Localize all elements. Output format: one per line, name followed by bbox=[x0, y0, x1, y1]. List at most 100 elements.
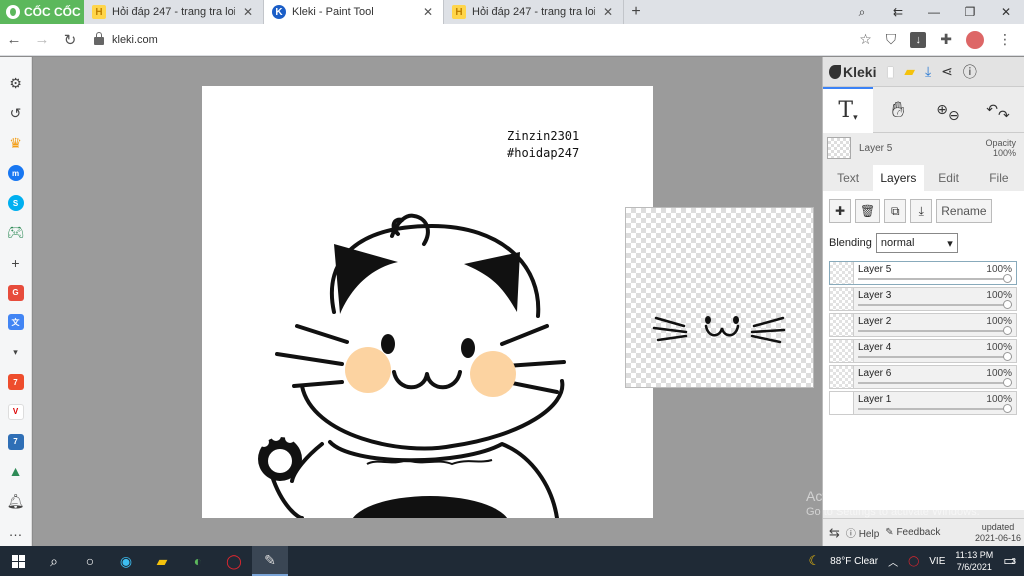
shield-icon[interactable]: ⛉ bbox=[886, 31, 897, 48]
skype-icon[interactable]: S bbox=[0, 188, 32, 218]
tab-hoidap-1[interactable]: H Hỏi đáp 247 - trang tra loi ✕ bbox=[84, 0, 264, 24]
kleki-canvas-area[interactable]: Zinzin2301 #hoidap247 bbox=[33, 57, 822, 546]
layer-item[interactable]: Layer 1 100% bbox=[829, 391, 1017, 415]
current-layer-thumbnail[interactable] bbox=[827, 137, 851, 159]
layer-item[interactable]: Layer 5 100% bbox=[829, 261, 1017, 285]
kleki-logo[interactable]: Kleki bbox=[829, 64, 876, 80]
gmail-icon[interactable]: G bbox=[0, 278, 32, 308]
start-button[interactable] bbox=[0, 546, 36, 576]
more-dots-icon[interactable]: … bbox=[0, 516, 32, 546]
blending-select[interactable]: normal ▾ bbox=[875, 233, 958, 253]
restore-icon[interactable]: ❐ bbox=[952, 5, 988, 19]
history-icon[interactable]: ↺ bbox=[0, 99, 32, 129]
search-icon[interactable]: ⌕ bbox=[36, 546, 72, 576]
game-controller-icon[interactable]: 🎮︎ bbox=[0, 218, 32, 248]
file-explorer-icon[interactable]: ▰ bbox=[144, 546, 180, 576]
swap-arrows-icon[interactable]: ⇆ bbox=[829, 525, 840, 541]
tab-text[interactable]: Text bbox=[823, 165, 873, 191]
slider-knob[interactable] bbox=[1003, 274, 1012, 283]
vtv-icon[interactable]: V bbox=[0, 397, 32, 427]
delete-layer-button[interactable]: 🗑︎ bbox=[855, 199, 881, 223]
chevron-up-icon[interactable]: ︿ bbox=[888, 554, 898, 569]
layer-preview-window[interactable] bbox=[625, 207, 814, 388]
undo-redo-button[interactable]: ↶ ↷ bbox=[973, 87, 1023, 133]
add-layer-button[interactable]: ✚ bbox=[829, 199, 851, 223]
edge-icon[interactable]: ◉ bbox=[108, 546, 144, 576]
close-icon[interactable]: ✕ bbox=[421, 5, 435, 19]
coccoc-taskbar-icon[interactable]: ◐ bbox=[180, 546, 216, 576]
feedback-link[interactable]: ✎ Feedback bbox=[885, 527, 940, 538]
shopee-icon[interactable]: 7 bbox=[0, 367, 32, 397]
news-icon[interactable]: 7 bbox=[0, 427, 32, 457]
tab-edit[interactable]: Edit bbox=[924, 165, 974, 191]
slider-knob[interactable] bbox=[1003, 404, 1012, 413]
translate-icon[interactable]: 文 bbox=[0, 308, 32, 338]
open-folder-icon[interactable]: ▰ bbox=[904, 63, 915, 80]
layer-opacity-slider[interactable] bbox=[858, 352, 1012, 361]
download-icon[interactable]: ↓ bbox=[910, 31, 927, 48]
zoom-button[interactable]: ⊕ ⊖ bbox=[923, 87, 973, 133]
tab-file[interactable]: File bbox=[974, 165, 1024, 191]
close-icon[interactable]: ✕ bbox=[241, 5, 255, 19]
zoom-in-icon[interactable]: ⊕ bbox=[936, 101, 948, 118]
cortana-icon[interactable]: ○ bbox=[72, 546, 108, 576]
share-icon[interactable]: ⋖ bbox=[941, 63, 953, 80]
hand-tool-button[interactable]: ✋︎ bbox=[873, 87, 923, 133]
help-circle-icon[interactable]: ⓘ bbox=[963, 62, 977, 82]
tab-kleki[interactable]: K Kleki - Paint Tool ✕ bbox=[264, 0, 444, 24]
slider-knob[interactable] bbox=[1003, 352, 1012, 361]
slider-knob[interactable] bbox=[1003, 326, 1012, 335]
mortarboard-icon[interactable]: ▲ bbox=[0, 457, 32, 487]
layer-item[interactable]: Layer 6 100% bbox=[829, 365, 1017, 389]
weather-text[interactable]: 88°F Clear bbox=[830, 556, 878, 567]
layer-item[interactable]: Layer 3 100% bbox=[829, 287, 1017, 311]
coccoc-menu-button[interactable]: CỐC CỐC bbox=[0, 0, 84, 24]
tab-search-icon[interactable]: ⌕ bbox=[844, 5, 880, 20]
forward-arrow-icon[interactable]: → bbox=[28, 31, 56, 48]
slider-knob[interactable] bbox=[1003, 378, 1012, 387]
rename-layer-button[interactable]: Rename bbox=[936, 199, 992, 223]
merge-down-button[interactable]: ⤓ bbox=[910, 199, 933, 223]
slider-knob[interactable] bbox=[1003, 300, 1012, 309]
layer-item[interactable]: Layer 2 100% bbox=[829, 313, 1017, 337]
layer-opacity-slider[interactable] bbox=[858, 378, 1012, 387]
bell-icon[interactable]: 🔔︎ bbox=[0, 486, 32, 516]
chevron-down-icon[interactable]: ▾ bbox=[0, 337, 32, 367]
language-indicator[interactable]: VIE bbox=[929, 556, 945, 567]
layer-opacity-slider[interactable] bbox=[858, 326, 1012, 335]
layer-item[interactable]: Layer 4 100% bbox=[829, 339, 1017, 363]
sync-icon[interactable]: ⇇ bbox=[880, 5, 916, 19]
new-file-icon[interactable]: ▮ bbox=[886, 63, 894, 80]
kleki-taskbar-icon[interactable]: ✎ bbox=[252, 546, 288, 576]
help-link[interactable]: ⓘ Help bbox=[846, 525, 879, 540]
settings-gear-icon[interactable]: ⚙ bbox=[0, 69, 32, 99]
undo-icon[interactable]: ↶ bbox=[986, 101, 998, 118]
clock[interactable]: 11:13 PM 7/6/2021 bbox=[955, 549, 993, 573]
layer-opacity-slider[interactable] bbox=[858, 300, 1012, 309]
redo-icon[interactable]: ↷ bbox=[998, 107, 1010, 124]
profile-avatar[interactable] bbox=[966, 30, 984, 49]
zoom-out-icon[interactable]: ⊖ bbox=[948, 107, 960, 124]
layer-opacity-slider[interactable] bbox=[858, 404, 1012, 413]
opera-icon[interactable]: ◯ bbox=[216, 546, 252, 576]
close-icon[interactable]: ✕ bbox=[601, 5, 615, 19]
opera-tray-icon[interactable]: ◯ bbox=[908, 556, 919, 567]
duplicate-layer-button[interactable]: ⧉ bbox=[884, 199, 907, 223]
new-tab-button[interactable]: + bbox=[624, 0, 648, 24]
drawing-canvas[interactable]: Zinzin2301 #hoidap247 bbox=[202, 86, 653, 518]
star-icon[interactable]: ☆ bbox=[859, 31, 872, 48]
download-icon[interactable]: ⤓ bbox=[925, 63, 931, 80]
messenger-icon[interactable]: m bbox=[0, 158, 32, 188]
add-icon[interactable]: + bbox=[0, 248, 32, 278]
tab-layers[interactable]: Layers bbox=[873, 165, 924, 191]
layer-opacity-slider[interactable] bbox=[858, 274, 1012, 283]
crown-icon[interactable]: ♛ bbox=[0, 129, 32, 159]
back-arrow-icon[interactable]: ← bbox=[0, 31, 28, 48]
address-input[interactable]: kleki.com bbox=[90, 27, 820, 52]
reload-icon[interactable]: ↻ bbox=[56, 31, 84, 49]
tab-hoidap-2[interactable]: H Hỏi đáp 247 - trang tra loi ✕ bbox=[444, 0, 624, 24]
menu-dots-icon[interactable]: ⋮ bbox=[998, 31, 1012, 48]
window-close-icon[interactable]: ✕ bbox=[988, 5, 1024, 19]
text-tool-button[interactable]: T ▾ bbox=[823, 86, 873, 133]
extensions-puzzle-icon[interactable]: ✚ bbox=[940, 31, 952, 48]
